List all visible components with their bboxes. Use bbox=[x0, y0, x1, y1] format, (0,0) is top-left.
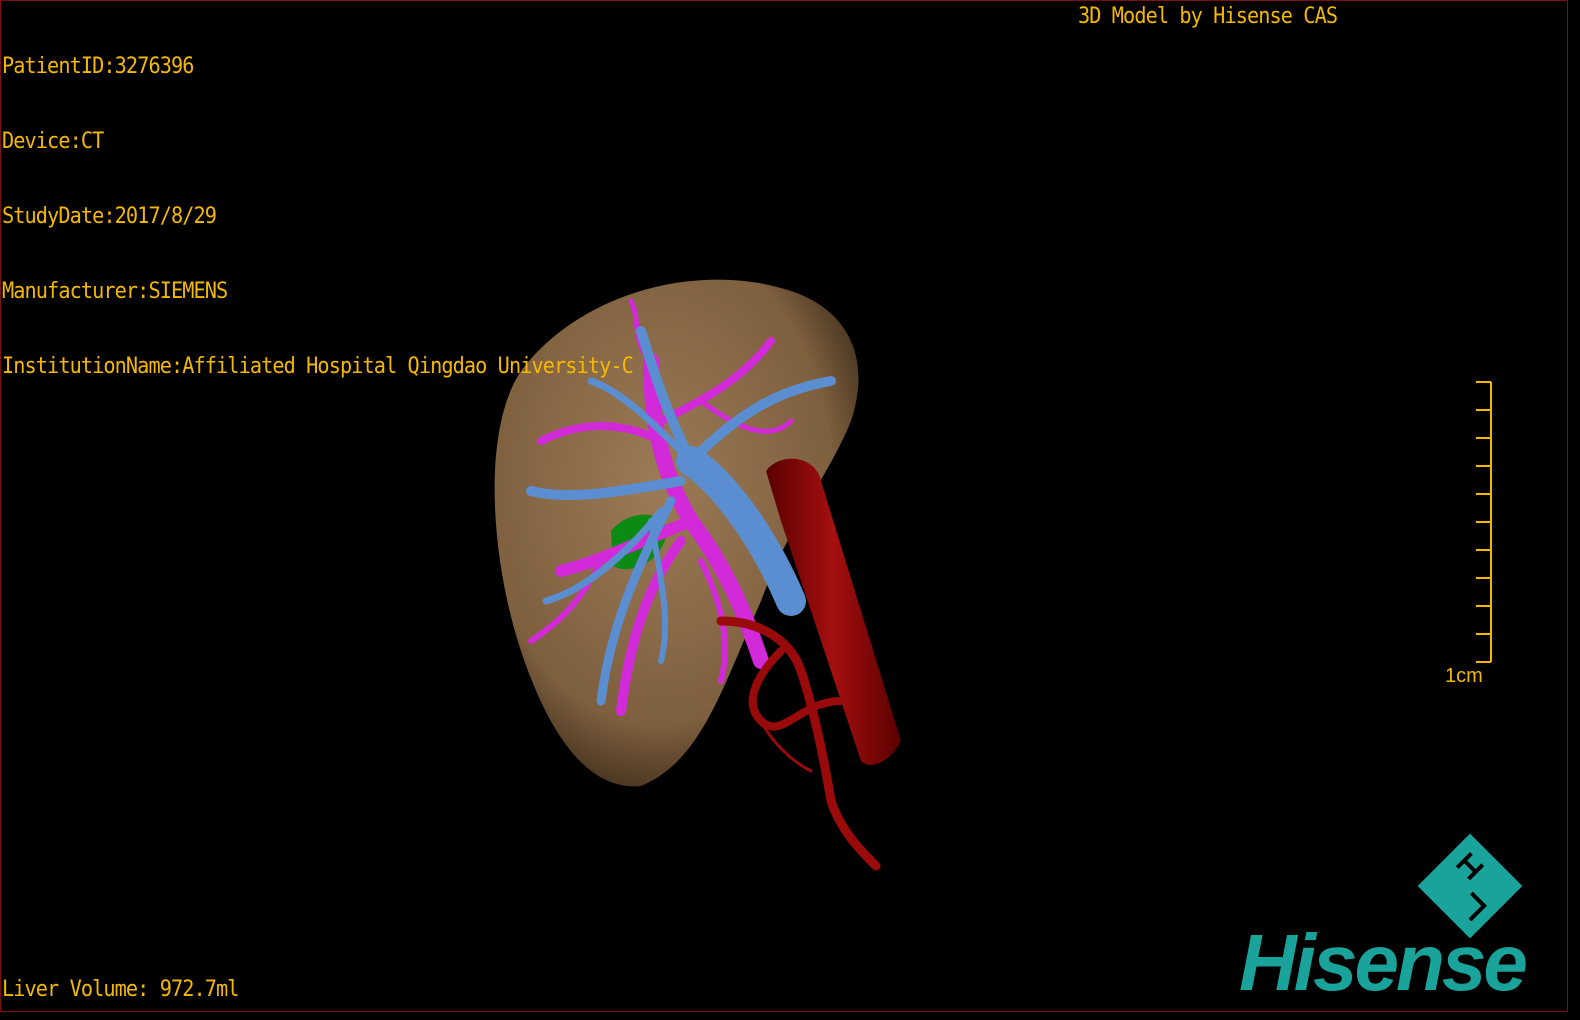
study-date: StudyDate:2017/8/29 bbox=[2, 204, 217, 229]
3d-viewport[interactable]: PatientID:3276396 Device:CT StudyDate:20… bbox=[0, 0, 1568, 1012]
institution-name: InstitutionName:Affiliated Hospital Qing… bbox=[2, 354, 634, 379]
scale-bar bbox=[1476, 381, 1492, 663]
model-credit: 3D Model by Hisense CAS bbox=[1078, 4, 1338, 29]
logo-text: Hisense bbox=[1239, 918, 1528, 1007]
liver-volume: Liver Volume: 972.7ml bbox=[2, 977, 240, 1002]
patient-id: PatientID:3276396 bbox=[2, 54, 194, 79]
scale-bar-label: 1cm bbox=[1445, 665, 1483, 687]
device: Device:CT bbox=[2, 129, 104, 154]
patient-info-overlay: PatientID:3276396 Device:CT StudyDate:20… bbox=[2, 4, 634, 429]
manufacturer: Manufacturer:SIEMENS bbox=[2, 279, 228, 304]
